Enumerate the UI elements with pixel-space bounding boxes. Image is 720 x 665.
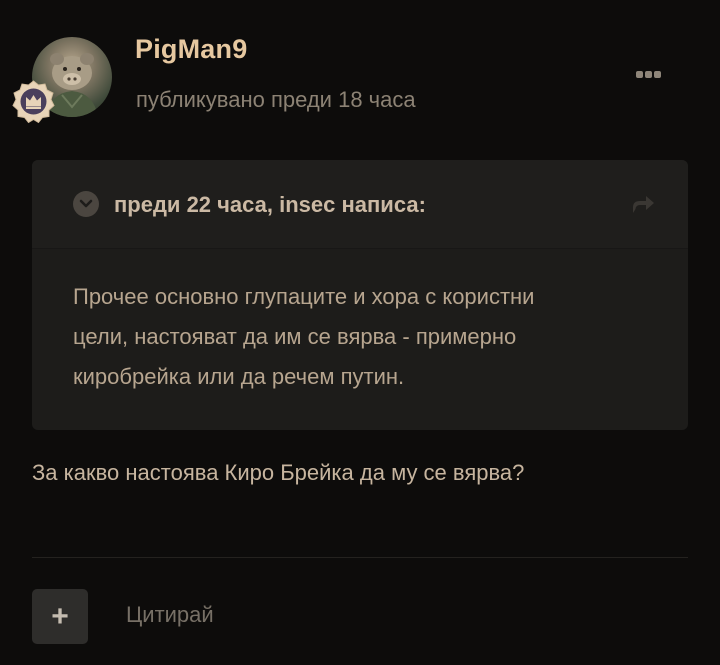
crown-rank-badge-icon [12, 80, 55, 124]
quote-collapse-toggle[interactable] [73, 191, 99, 217]
ellipsis-icon [644, 70, 652, 78]
quote-block: преди 22 часа, insec написа: Прочее осно… [32, 160, 688, 430]
quote-citation: преди 22 часа, insec написа: [114, 192, 426, 217]
share-arrow-icon [633, 196, 654, 213]
quote-line: цели, настояват да им се вярва - примерн… [73, 324, 517, 349]
post-options-button[interactable] [625, 62, 671, 86]
multiquote-add-button[interactable]: + [32, 589, 88, 644]
quote-line: киробрейка или да речем путин. [73, 364, 405, 389]
quote-button[interactable]: Цитирай [126, 602, 214, 628]
quote-line: Прочее основно глупаците и хора с корист… [73, 284, 535, 309]
plus-icon: + [51, 599, 69, 633]
post-divider [32, 557, 688, 558]
chevron-down-icon [79, 199, 93, 208]
quote-text: Прочее основно глупаците и хора с корист… [73, 277, 663, 397]
ellipsis-icon [635, 70, 643, 78]
post-timestamp[interactable]: публикувано преди 18 часа [136, 87, 416, 113]
author-name[interactable]: PigMan9 [135, 34, 247, 65]
forum-post: PigMan9 публикувано преди 18 часа преди … [0, 0, 720, 665]
quote-share-button[interactable] [629, 193, 657, 215]
post-content: За какво настоява Киро Брейка да му се в… [32, 460, 525, 485]
rank-badge [11, 79, 56, 124]
quote-header: преди 22 часа, insec написа: [32, 160, 688, 249]
ellipsis-icon [653, 70, 661, 78]
